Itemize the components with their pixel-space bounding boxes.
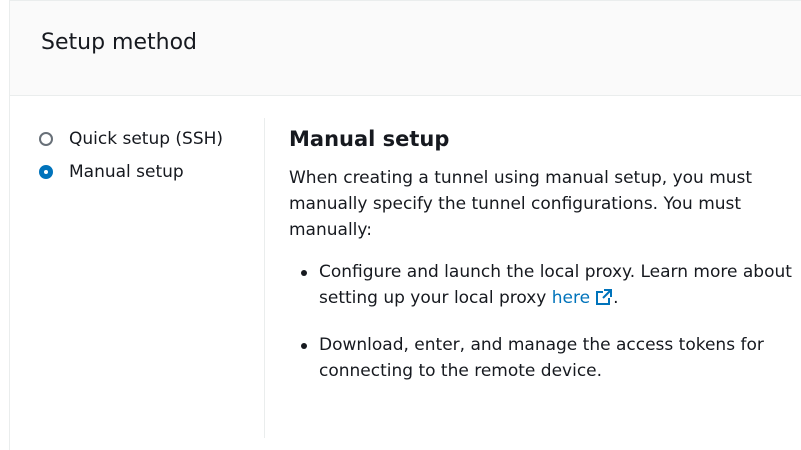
local-proxy-help-link[interactable]: here <box>552 288 613 308</box>
radio-quick-setup[interactable]: Quick setup (SSH) <box>39 122 264 155</box>
radio-label-manual-setup[interactable]: Manual setup <box>69 162 184 182</box>
vertical-divider <box>264 118 265 438</box>
requirements-list: Configure and launch the local proxy. Le… <box>289 259 799 384</box>
radio-button-unchecked[interactable] <box>39 131 53 146</box>
content-heading: Manual setup <box>289 127 450 151</box>
external-link-icon[interactable] <box>595 288 613 314</box>
list-item: Download, enter, and manage the access t… <box>301 332 799 384</box>
bullet2-text: Download, enter, and manage the access t… <box>319 335 764 381</box>
panel-header: Setup method <box>10 1 801 96</box>
setup-method-panel: Setup method Quick setup (SSH) Manual se… <box>9 0 801 450</box>
radio-manual-setup[interactable]: Manual setup <box>39 155 264 188</box>
manual-setup-description: Manual setup When creating a tunnel usin… <box>289 127 799 402</box>
content-intro: When creating a tunnel using manual setu… <box>289 168 753 240</box>
radio-label-quick-setup[interactable]: Quick setup (SSH) <box>69 129 223 149</box>
list-item: Configure and launch the local proxy. Le… <box>301 259 799 314</box>
link-text[interactable]: here <box>552 288 590 308</box>
setup-method-radio-group: Quick setup (SSH) Manual setup <box>39 122 264 188</box>
bullet1-suffix: . <box>613 288 619 308</box>
panel-title: Setup method <box>41 30 197 55</box>
radio-button-checked[interactable] <box>39 164 53 179</box>
